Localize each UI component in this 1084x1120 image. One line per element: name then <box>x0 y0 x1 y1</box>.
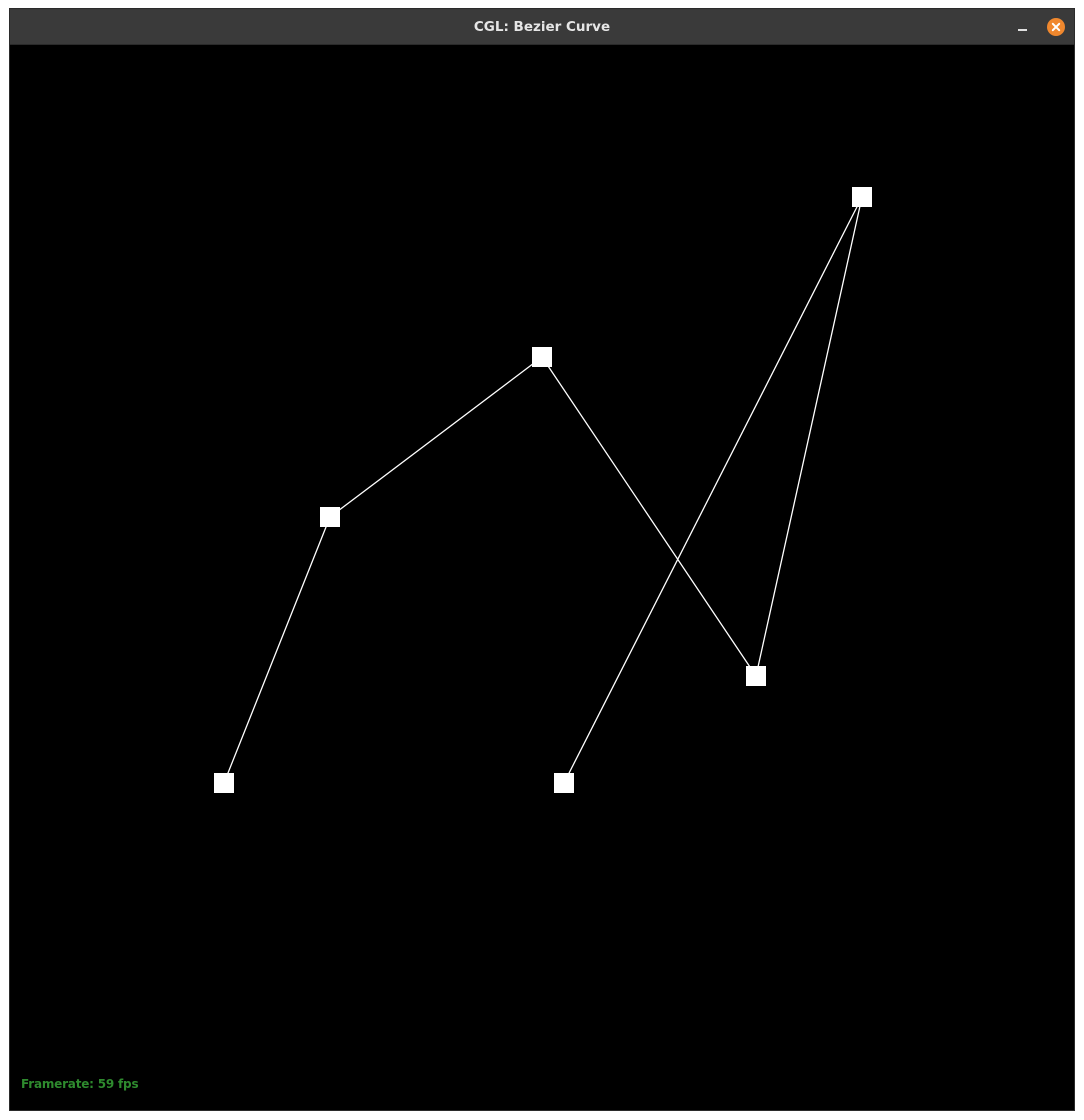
control-point-p0[interactable] <box>214 773 234 793</box>
title-bar[interactable]: CGL: Bezier Curve <box>10 9 1074 45</box>
control-polygon-a-segment <box>223 516 331 784</box>
framerate-label: Framerate: 59 fps <box>21 1077 139 1091</box>
control-polygon-a-segment <box>541 356 757 677</box>
control-polygon-a-segment <box>329 356 543 518</box>
control-point-p3[interactable] <box>746 666 766 686</box>
close-icon <box>1047 18 1065 36</box>
control-point-p5[interactable] <box>554 773 574 793</box>
render-canvas[interactable]: Framerate: 59 fps <box>11 46 1074 1110</box>
window-title: CGL: Bezier Curve <box>473 19 611 35</box>
control-polygon-b-segment <box>755 196 863 677</box>
control-point-p1[interactable] <box>320 507 340 527</box>
close-button[interactable] <box>1047 18 1065 36</box>
app-window: CGL: Bezier Curve Framerate: 59 fps <box>9 8 1075 1111</box>
bezier-scene[interactable] <box>11 46 1074 1110</box>
minimize-button[interactable] <box>1014 18 1032 36</box>
control-polygon-b-segment <box>563 196 863 784</box>
control-point-p4[interactable] <box>852 187 872 207</box>
control-point-p2[interactable] <box>532 347 552 367</box>
minimize-icon <box>1018 29 1027 31</box>
